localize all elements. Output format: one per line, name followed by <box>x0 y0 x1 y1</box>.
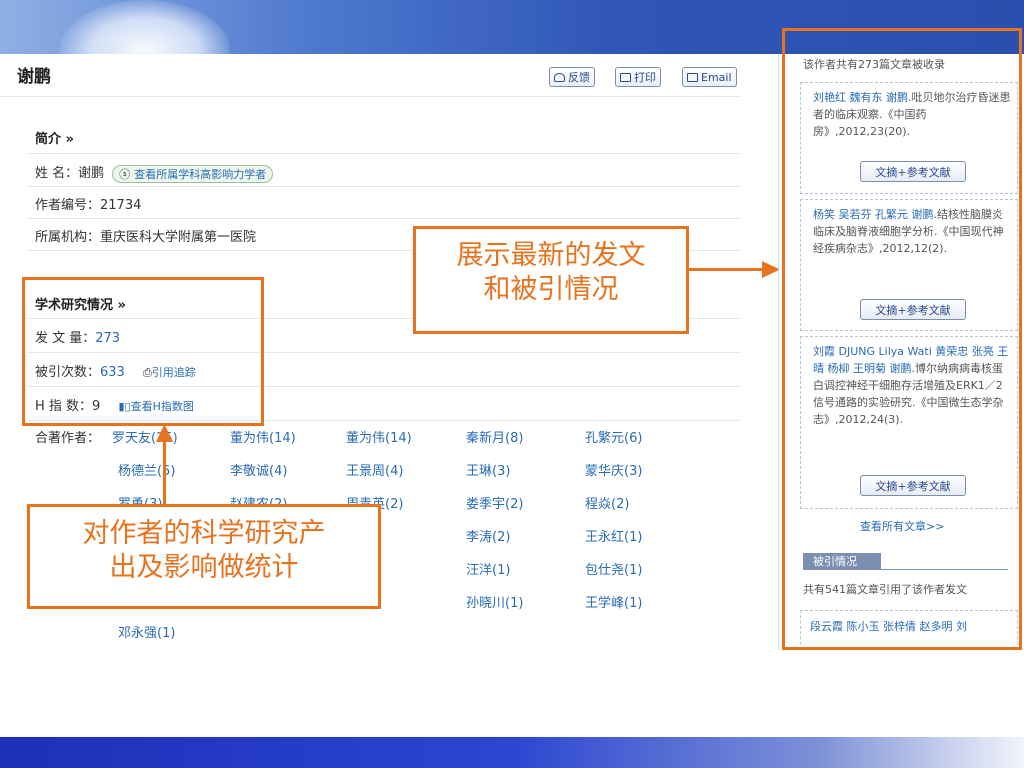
name-value: 谢鹏 <box>78 166 105 181</box>
callout-latest-line1: 展示最新的发文 <box>456 240 646 271</box>
coauthor-link[interactable]: 王永红(1) <box>585 526 642 545</box>
intro-title[interactable]: 简介 » <box>35 128 74 147</box>
print-label: 打印 <box>634 71 656 84</box>
divider <box>28 153 740 154</box>
coauthor-link[interactable]: 邓永强(1) <box>118 622 175 641</box>
scholar-link[interactable]: ⓢ 查看所属学科高影响力学者 <box>112 164 274 183</box>
coauthor-link[interactable]: 孔繁元(6) <box>585 427 642 446</box>
callout-latest: 展示最新的发文 和被引情况 <box>413 226 689 334</box>
feedback-label: 反馈 <box>568 71 590 84</box>
name-label: 姓 名： <box>35 166 79 181</box>
coauthor-link[interactable]: 王学峰(1) <box>585 592 642 611</box>
org-row: 所属机构：重庆医科大学附属第一医院 <box>35 226 256 245</box>
sidebar-highlight-box <box>782 28 1022 650</box>
author-id-row: 作者编号：21734 <box>35 194 141 213</box>
callout-stats-line2: 出及影响做统计 <box>109 551 299 583</box>
scholar-icon: ⓢ <box>119 167 131 181</box>
printer-icon <box>620 72 631 82</box>
org-label: 所属机构： <box>35 230 101 245</box>
coauthor-link[interactable]: 秦新月(8) <box>466 427 523 446</box>
divider <box>28 186 740 187</box>
coauthor-link[interactable]: 董为伟(14) <box>230 427 296 446</box>
email-button[interactable]: Email <box>682 67 737 87</box>
author-id-value: 21734 <box>100 198 142 213</box>
arrow-head-up <box>156 424 173 442</box>
coauthor-link[interactable]: 董为伟(14) <box>346 427 412 446</box>
callout-stats: 对作者的科学研究产 出及影响做统计 <box>27 504 381 609</box>
bottom-banner <box>0 737 1024 768</box>
callout-stats-line1: 对作者的科学研究产 <box>82 518 326 549</box>
feedback-button[interactable]: 反馈 <box>549 67 595 87</box>
author-id-label: 作者编号： <box>35 198 101 213</box>
sidebar-divider <box>778 54 779 650</box>
name-row: 姓 名：谢鹏 ⓢ 查看所属学科高影响力学者 <box>35 162 274 183</box>
coauthor-link[interactable]: 娄季宇(2) <box>466 493 523 512</box>
coauthor-link[interactable]: 李敬诚(4) <box>230 460 287 479</box>
person-icon <box>554 72 565 82</box>
org-value: 重庆医科大学附属第一医院 <box>100 230 257 245</box>
coauthor-link[interactable]: 杨德兰(5) <box>118 460 175 479</box>
email-label: Email <box>701 70 732 84</box>
coauthor-link[interactable]: 汪洋(1) <box>466 559 510 578</box>
coauthor-link[interactable]: 包仕尧(1) <box>585 559 642 578</box>
coauthor-link[interactable]: 蒙华庆(3) <box>585 460 642 479</box>
coauthor-link[interactable]: 李涛(2) <box>466 526 510 545</box>
coauthor-link[interactable]: 王琳(3) <box>466 460 510 479</box>
coauthor-link[interactable]: 孙晓川(1) <box>466 592 523 611</box>
research-highlight-box <box>22 277 264 426</box>
print-button[interactable]: 打印 <box>615 67 661 87</box>
coauthor-link[interactable]: 程焱(2) <box>585 493 629 512</box>
arrow-line <box>163 440 166 508</box>
divider <box>0 96 740 97</box>
author-name: 谢鹏 <box>17 67 51 87</box>
scholar-link-label: 查看所属学科高影响力学者 <box>134 167 267 181</box>
coauthors-label: 合著作者： <box>35 431 101 446</box>
envelope-icon <box>687 72 698 82</box>
coauthor-link[interactable]: 王景周(4) <box>346 460 403 479</box>
callout-latest-line2: 和被引情况 <box>483 273 619 305</box>
divider <box>28 218 740 219</box>
arrow-line <box>689 268 769 271</box>
